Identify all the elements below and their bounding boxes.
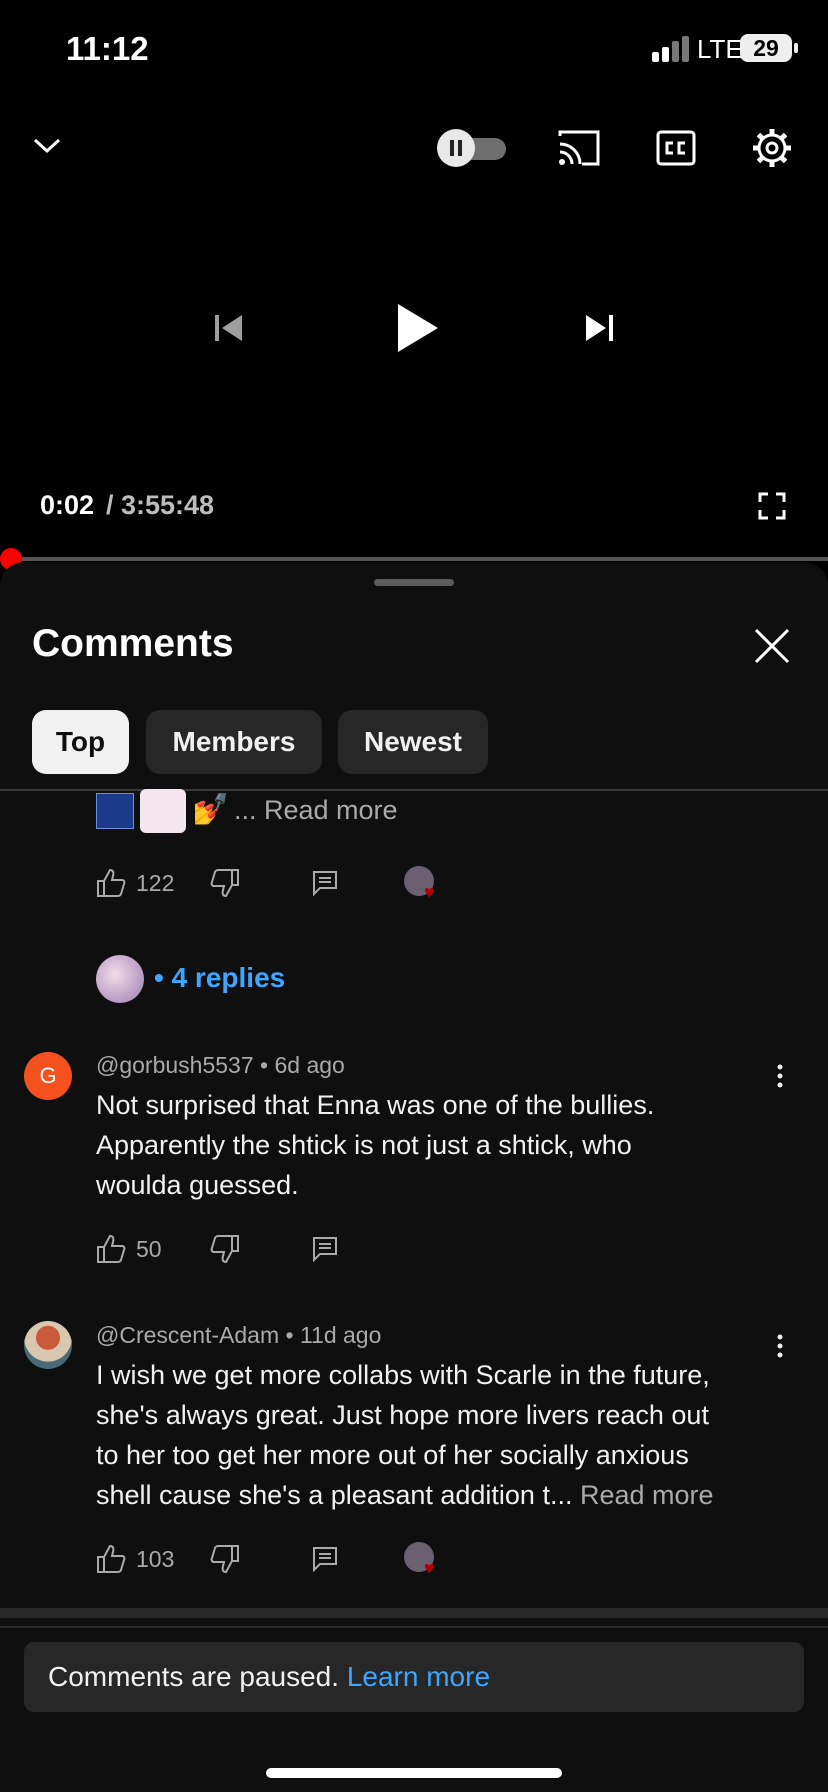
sheet-divider: [0, 789, 828, 791]
total-time: / 3:55:48: [106, 490, 215, 520]
like-count: 103: [136, 1546, 175, 1572]
reply-icon[interactable]: [312, 1236, 338, 1262]
emoji-image: [140, 789, 186, 833]
cc-icon[interactable]: [656, 128, 696, 168]
emoji-image: [96, 793, 134, 829]
battery-indicator: 29: [740, 34, 792, 62]
like-icon[interactable]: [96, 1544, 126, 1574]
avatar[interactable]: [24, 1321, 72, 1369]
comment-text: I wish we get more collabs with Scarle i…: [96, 1360, 714, 1510]
more-options-icon[interactable]: [776, 1064, 784, 1088]
previous-icon[interactable]: [214, 313, 244, 343]
like-count: 50: [136, 1236, 162, 1262]
more-options-icon[interactable]: [776, 1334, 784, 1358]
like-icon[interactable]: [96, 1234, 126, 1264]
chevron-down-icon[interactable]: [32, 130, 62, 160]
read-more-link[interactable]: ... Read more: [234, 790, 398, 830]
comment-meta: @gorbush5537 • 6d ago: [96, 1052, 345, 1079]
home-indicator[interactable]: [266, 1768, 562, 1778]
like-count: 122: [136, 870, 175, 896]
next-icon[interactable]: [584, 313, 614, 343]
dislike-icon[interactable]: [210, 1234, 240, 1264]
network-type: LTE: [697, 34, 743, 64]
like-icon[interactable]: [96, 868, 126, 898]
heart-icon: ♥: [424, 1558, 435, 1578]
learn-more-link[interactable]: Learn more: [347, 1661, 490, 1692]
comment-meta: @Crescent-Adam • 11d ago: [96, 1322, 381, 1349]
tab-top[interactable]: Top: [32, 710, 129, 774]
reply-icon[interactable]: [312, 870, 338, 896]
drag-handle[interactable]: [374, 579, 454, 586]
progress-bar[interactable]: [0, 557, 828, 561]
replies-link[interactable]: • 4 replies: [154, 962, 285, 994]
close-icon[interactable]: [752, 626, 792, 666]
sheet-title: Comments: [32, 622, 234, 665]
comments-paused-notice: Comments are paused. Learn more: [24, 1642, 804, 1712]
reply-icon[interactable]: [312, 1546, 338, 1572]
reply-avatar: [96, 955, 144, 1003]
battery-tip: [794, 43, 798, 53]
status-time: 11:12: [66, 30, 149, 67]
tab-members[interactable]: Members: [146, 710, 322, 774]
current-time: 0:02: [40, 490, 95, 520]
cast-icon[interactable]: [556, 128, 602, 168]
comment-author[interactable]: @gorbush5537: [96, 1052, 254, 1078]
avatar[interactable]: G: [24, 1052, 72, 1100]
play-icon[interactable]: [396, 302, 440, 354]
comment-author[interactable]: @Crescent-Adam: [96, 1322, 279, 1348]
comment-text: Not surprised that Enna was one of the b…: [96, 1090, 655, 1200]
comment-age: • 6d ago: [260, 1052, 345, 1078]
bottom-divider: [0, 1626, 828, 1628]
signal-icon: [652, 36, 689, 62]
bottom-separator: [0, 1608, 828, 1618]
settings-icon[interactable]: [750, 126, 794, 170]
paused-text: Comments are paused.: [48, 1661, 340, 1692]
emoji-image: 💅: [192, 793, 230, 826]
dislike-icon[interactable]: [210, 1544, 240, 1574]
comment-age: • 11d ago: [285, 1322, 382, 1348]
fullscreen-icon[interactable]: [758, 492, 786, 520]
dislike-icon[interactable]: [210, 868, 240, 898]
read-more-link[interactable]: Read more: [580, 1480, 714, 1510]
heart-icon: ♥: [424, 882, 435, 902]
autoplay-toggle[interactable]: [434, 128, 510, 168]
tab-newest[interactable]: Newest: [338, 710, 488, 774]
